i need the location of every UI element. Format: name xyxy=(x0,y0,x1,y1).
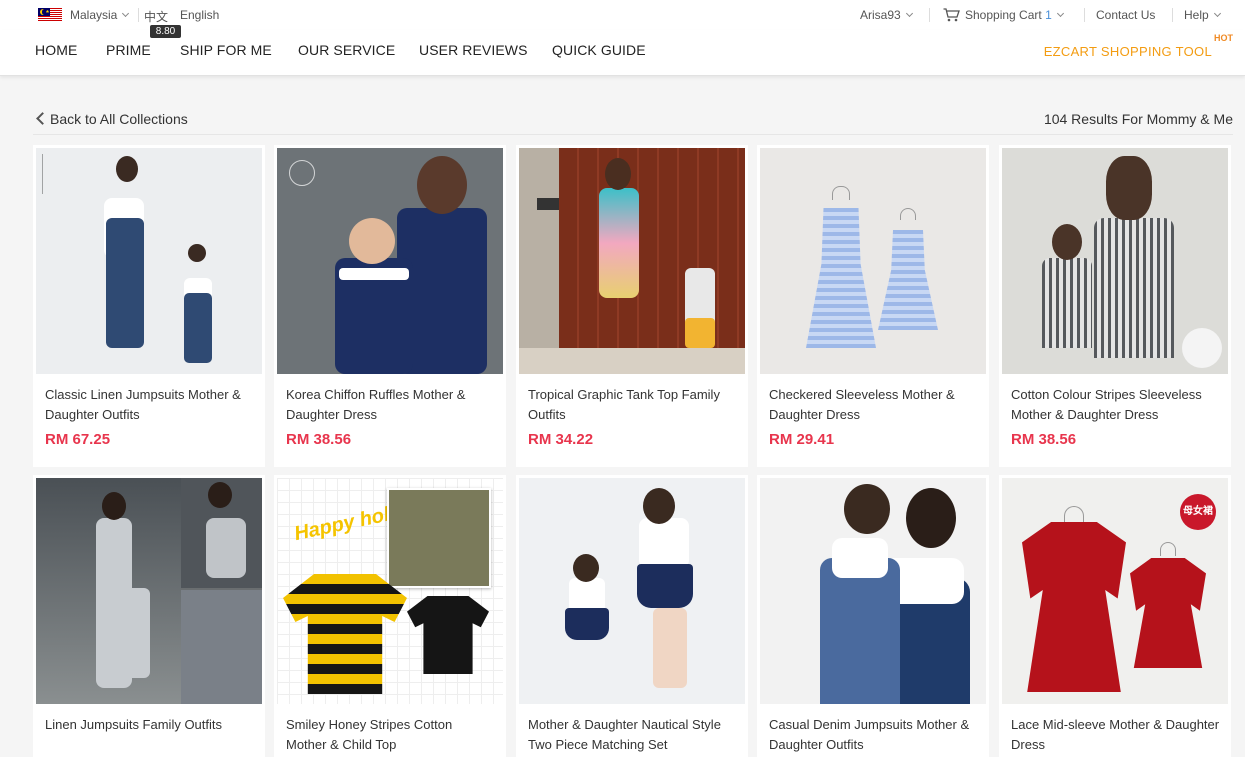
chevron-down-icon xyxy=(1213,9,1221,18)
nav-home[interactable]: HOME xyxy=(35,42,77,58)
nav-user-reviews[interactable]: USER REVIEWS xyxy=(419,42,528,58)
product-name[interactable]: Lace Mid-sleeve Mother & Daughter Dress xyxy=(1011,715,1221,755)
product-badge: 母女裙 xyxy=(1180,494,1216,530)
product-name[interactable]: Casual Denim Jumpsuits Mother & Daughter… xyxy=(769,715,979,755)
chevron-left-icon xyxy=(36,112,49,125)
product-card[interactable]: Mother & Daughter Nautical Style Two Pie… xyxy=(516,475,748,757)
shopping-cart-link[interactable]: Shopping Cart 1 xyxy=(965,8,1064,22)
product-card[interactable]: Korea Chiffon Ruffles Mother & Daughter … xyxy=(274,145,506,467)
username: Arisa93 xyxy=(860,8,901,22)
product-name[interactable]: Cotton Colour Stripes Sleeveless Mother … xyxy=(1011,385,1221,425)
lang-english-link[interactable]: English xyxy=(180,8,219,22)
results-count: 104 Results For Mommy & Me xyxy=(1043,111,1233,127)
nav-ship-for-me[interactable]: SHIP FOR ME xyxy=(180,42,272,58)
product-name[interactable]: Tropical Graphic Tank Top Family Outfits xyxy=(528,385,738,425)
main-nav: HOME PRIME 8.80 SHIP FOR ME OUR SERVICE … xyxy=(0,25,1245,76)
country-selector[interactable]: Malaysia xyxy=(70,8,130,22)
product-price: RM 38.56 xyxy=(1011,431,1077,448)
product-name[interactable]: Mother & Daughter Nautical Style Two Pie… xyxy=(528,715,738,755)
product-card[interactable]: Classic Linen Jumpsuits Mother & Daughte… xyxy=(33,145,265,467)
prime-price-badge: 8.80 xyxy=(150,25,181,38)
product-card[interactable]: Tropical Graphic Tank Top Family Outfits… xyxy=(516,145,748,467)
product-name[interactable]: Korea Chiffon Ruffles Mother & Daughter … xyxy=(286,385,496,425)
product-image[interactable] xyxy=(36,148,262,374)
nav-prime[interactable]: PRIME xyxy=(106,42,151,58)
divider xyxy=(1084,8,1085,22)
nav-quick-guide[interactable]: QUICK GUIDE xyxy=(552,42,646,58)
nav-our-service[interactable]: OUR SERVICE xyxy=(298,42,395,58)
malaysia-flag-icon xyxy=(38,8,62,22)
chevron-down-icon xyxy=(1056,9,1064,18)
product-name[interactable]: Smiley Honey Stripes Cotton Mother & Chi… xyxy=(286,715,496,755)
help-menu[interactable]: Help xyxy=(1184,8,1221,22)
hot-badge: HOT xyxy=(1214,33,1233,43)
cart-label: Shopping Cart xyxy=(965,8,1042,22)
collection-header: Back to All Collections 104 Results For … xyxy=(33,104,1233,135)
product-name[interactable]: Linen Jumpsuits Family Outfits xyxy=(45,715,255,735)
help-label: Help xyxy=(1184,8,1209,22)
back-label: Back to All Collections xyxy=(50,111,188,127)
product-image[interactable]: 母女裙 xyxy=(1002,478,1228,704)
product-card[interactable]: Linen Jumpsuits Family Outfits xyxy=(33,475,265,757)
top-bar: Malaysia 中文 English Arisa93 Shopping Car… xyxy=(0,0,1245,30)
product-price: RM 67.25 xyxy=(45,431,111,448)
contact-us-link[interactable]: Contact Us xyxy=(1096,8,1155,22)
product-image[interactable] xyxy=(519,478,745,704)
product-card[interactable]: Casual Denim Jumpsuits Mother & Daughter… xyxy=(757,475,989,757)
product-price: RM 38.56 xyxy=(286,431,352,448)
cart-count-badge: 1 xyxy=(1045,8,1052,22)
product-card[interactable]: 母女裙 Lace Mid-sleeve Mother & Daughter Dr… xyxy=(999,475,1231,757)
back-to-collections-link[interactable]: Back to All Collections xyxy=(33,111,188,127)
product-image[interactable] xyxy=(277,148,503,374)
product-image[interactable] xyxy=(36,478,262,704)
lang-chinese-link[interactable]: 中文 xyxy=(144,8,168,25)
product-image[interactable] xyxy=(1002,148,1228,374)
product-name[interactable]: Checkered Sleeveless Mother & Daughter D… xyxy=(769,385,979,425)
user-menu[interactable]: Arisa93 xyxy=(860,8,913,22)
divider xyxy=(138,8,139,22)
shopping-cart-icon[interactable] xyxy=(943,8,960,22)
product-card[interactable]: Cotton Colour Stripes Sleeveless Mother … xyxy=(999,145,1231,467)
product-image[interactable]: Happy holidays xyxy=(277,478,503,704)
product-image[interactable] xyxy=(760,478,986,704)
product-card[interactable]: Happy holidays Smiley Honey Stripes Cott… xyxy=(274,475,506,757)
product-price: RM 29.41 xyxy=(769,431,835,448)
product-card[interactable]: Checkered Sleeveless Mother & Daughter D… xyxy=(757,145,989,467)
chevron-down-icon xyxy=(122,9,130,18)
product-name[interactable]: Classic Linen Jumpsuits Mother & Daughte… xyxy=(45,385,255,425)
ezcart-shopping-tool-link[interactable]: EZCART SHOPPING TOOL xyxy=(1044,44,1212,59)
product-image[interactable] xyxy=(760,148,986,374)
divider xyxy=(1172,8,1173,22)
product-image[interactable] xyxy=(519,148,745,374)
country-label: Malaysia xyxy=(70,8,118,22)
product-price: RM 34.22 xyxy=(528,431,594,448)
chevron-down-icon xyxy=(905,9,913,18)
divider xyxy=(929,8,930,22)
